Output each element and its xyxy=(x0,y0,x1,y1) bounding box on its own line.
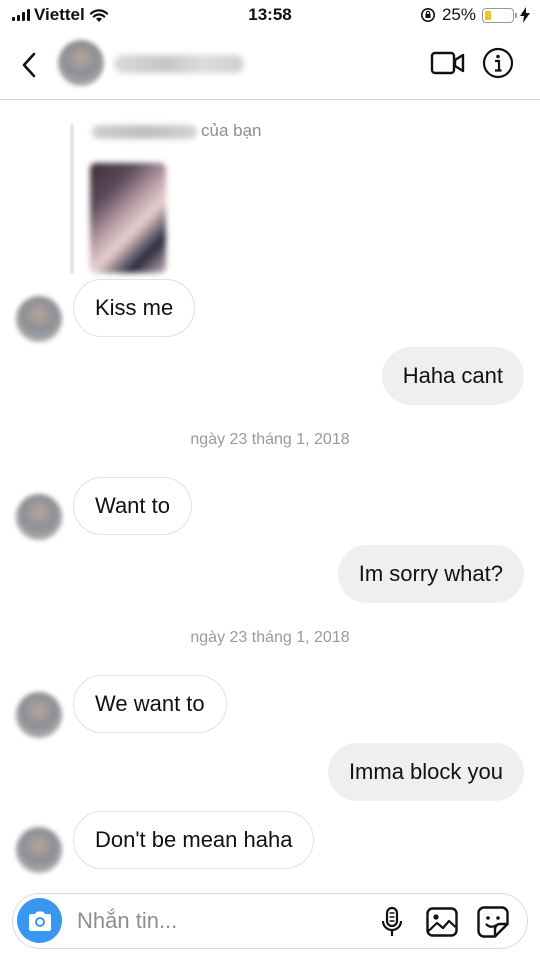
reply-caption: của bạn xyxy=(92,121,262,141)
incoming-message[interactable]: Kiss me xyxy=(73,279,196,337)
gallery-button[interactable] xyxy=(425,906,459,938)
status-right: 25% xyxy=(420,5,530,25)
status-bar: Viettel 13:58 25% xyxy=(0,0,540,30)
date-separator: ngày 23 tháng 1, 2018 xyxy=(190,629,350,646)
contact-name[interactable] xyxy=(114,55,244,73)
redacted-text xyxy=(92,124,197,139)
message-input[interactable] xyxy=(77,894,357,947)
reply-caption-text: của bạn xyxy=(201,121,262,140)
outgoing-message[interactable]: Im sorry what? xyxy=(337,545,524,603)
image-icon xyxy=(426,907,458,937)
info-button[interactable] xyxy=(482,47,514,79)
sender-avatar[interactable] xyxy=(16,494,62,540)
microphone-icon xyxy=(381,906,403,936)
date-separator: ngày 23 tháng 1, 2018 xyxy=(190,431,350,448)
reply-quote-bar xyxy=(70,124,74,274)
outgoing-message[interactable]: Haha cant xyxy=(381,347,524,405)
battery-icon xyxy=(482,7,517,23)
orientation-lock-icon xyxy=(420,8,435,22)
sender-avatar[interactable] xyxy=(16,827,62,873)
outgoing-message[interactable]: Imma block you xyxy=(327,743,524,801)
sender-avatar[interactable] xyxy=(16,296,62,342)
incoming-message[interactable]: Want to xyxy=(73,477,192,535)
video-camera-icon xyxy=(430,51,465,75)
sticker-icon xyxy=(477,906,509,938)
message-composer xyxy=(12,893,528,949)
camera-icon xyxy=(28,911,51,931)
sender-avatar[interactable] xyxy=(16,692,62,738)
camera-button[interactable] xyxy=(17,898,62,943)
battery-fill xyxy=(485,10,491,20)
back-button[interactable] xyxy=(14,48,44,82)
story-thumbnail[interactable] xyxy=(90,163,166,273)
chevron-left-icon xyxy=(22,52,36,78)
video-call-button[interactable] xyxy=(430,48,466,78)
chat-header xyxy=(0,30,540,100)
charging-bolt-icon xyxy=(520,7,530,23)
voice-message-button[interactable] xyxy=(379,906,405,938)
battery-percent: 25% xyxy=(441,5,476,24)
contact-avatar[interactable] xyxy=(58,40,104,86)
info-icon xyxy=(482,47,514,79)
sticker-button[interactable] xyxy=(476,905,510,939)
incoming-message[interactable]: We want to xyxy=(73,675,227,733)
incoming-message[interactable]: Don't be mean haha xyxy=(73,811,315,869)
message-thread[interactable]: của bạn Kiss me Haha cant ngày 23 tháng … xyxy=(0,101,540,885)
